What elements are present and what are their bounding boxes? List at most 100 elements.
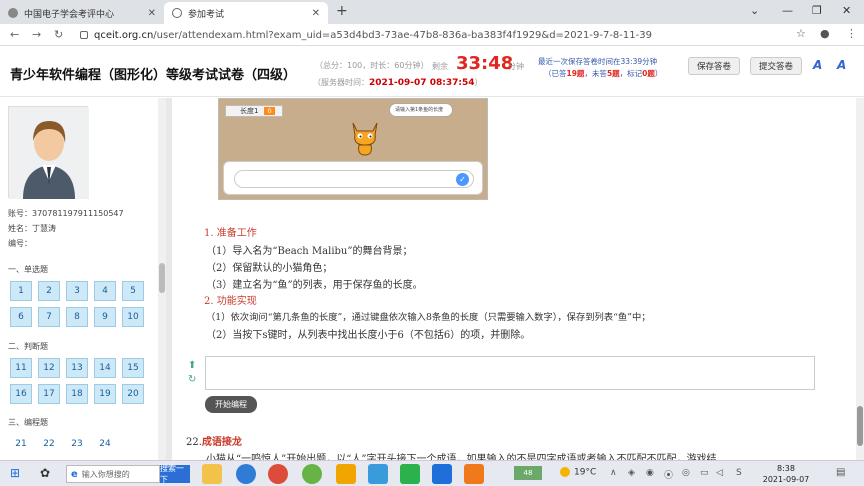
server-time-value: 2021-09-07 08:37:54 — [369, 78, 475, 88]
submit-answers-button[interactable]: 提交答卷 — [750, 57, 803, 75]
question-button[interactable]: 14 — [94, 358, 116, 378]
profile-icon[interactable]: ● — [820, 27, 830, 40]
restore-icon[interactable]: ❐ — [812, 4, 822, 17]
question-button[interactable]: 2 — [38, 281, 60, 301]
app-blue-icon[interactable] — [368, 464, 388, 484]
forward-icon[interactable]: → — [32, 28, 41, 41]
status-post: ） — [654, 69, 663, 78]
main-scroll-thumb[interactable] — [857, 406, 863, 446]
menu-kebab-icon[interactable]: ⋮ — [846, 27, 857, 40]
question-button[interactable]: 22 — [38, 434, 60, 454]
save-answers-button[interactable]: 保存答卷 — [688, 57, 741, 75]
ie-browser-icon[interactable] — [302, 464, 322, 484]
chrome-icon[interactable] — [268, 464, 288, 484]
close-tab-icon[interactable]: ✕ — [148, 8, 156, 19]
question-button[interactable]: 10 — [122, 307, 144, 327]
question-button[interactable]: 1 — [10, 281, 32, 301]
upload-icon[interactable]: ⬆ — [188, 360, 196, 371]
refresh-icon[interactable]: ↻ — [188, 374, 196, 385]
question-button[interactable]: 8 — [66, 307, 88, 327]
check-icon: ✓ — [456, 173, 469, 186]
question-button[interactable]: 15 — [122, 358, 144, 378]
ask-answer-box: ✓ — [223, 161, 483, 195]
notification-icon[interactable]: ▤ — [836, 467, 845, 478]
question-button[interactable]: 18 — [66, 384, 88, 404]
url-field[interactable]: qceit.org.cn /user/attendexam.html?exam_… — [80, 27, 780, 43]
question-button[interactable]: 24 — [94, 434, 116, 454]
question-button[interactable]: 4 — [94, 281, 116, 301]
requirement-line: （1）依次询问“第几条鱼的长度”，通过键盘依次输入8条鱼的长度（只需要输入数字）… — [206, 312, 651, 323]
question-button[interactable]: 19 — [94, 384, 116, 404]
speech-bubble: 请输入第1条鱼的长度 — [389, 103, 453, 117]
tray-arrow-icon[interactable]: ∧ — [610, 468, 617, 478]
battery-indicator[interactable]: 48 — [514, 466, 542, 480]
tray-app-icon[interactable]: ◈ — [628, 468, 635, 478]
globe-icon — [172, 8, 182, 18]
tab-attend-exam[interactable]: 参加考试 ✕ — [164, 2, 328, 24]
app-folder-icon[interactable] — [336, 464, 356, 484]
scratch-cat-icon — [352, 122, 378, 156]
lock-icon — [80, 31, 88, 39]
network-icon[interactable]: ▭ — [700, 468, 709, 478]
start-programming-button[interactable]: 开始编程 — [205, 396, 257, 413]
new-tab-button[interactable]: + — [336, 3, 348, 19]
variable-monitor: 长度1 0 — [225, 105, 283, 117]
site-favicon-icon — [8, 8, 18, 18]
taskbar-clock[interactable]: 8:38 2021-09-07 — [756, 463, 816, 485]
tray-app-icon[interactable]: ⦿ — [664, 468, 673, 481]
taskbar-search-input[interactable]: e 输入你想搜的 — [66, 465, 160, 483]
wechat-icon[interactable] — [400, 464, 420, 484]
back-icon[interactable]: ← — [10, 28, 19, 41]
section-programming: 三、编程题 — [8, 418, 48, 427]
volume-icon[interactable]: ◁ — [716, 468, 723, 478]
app-l-icon[interactable] — [432, 464, 452, 484]
left-scroll-thumb[interactable] — [159, 263, 165, 293]
status-pre: （已答 — [544, 69, 567, 78]
answer-textbox[interactable] — [205, 356, 815, 390]
question-button[interactable]: 5 — [122, 281, 144, 301]
question-button[interactable]: 20 — [122, 384, 144, 404]
unanswered-count: 5题 — [606, 69, 620, 78]
minimize-icon[interactable]: — — [782, 4, 793, 17]
app-butterfly-icon[interactable]: ✿ — [40, 466, 50, 480]
remain-unit: 分钟 — [508, 62, 524, 71]
close-window-icon[interactable]: ✕ — [842, 4, 851, 17]
marked-count: 0题 — [642, 69, 655, 78]
app-orange-icon[interactable] — [464, 464, 484, 484]
font-size-icon[interactable]: A — [813, 58, 822, 72]
weather-widget[interactable]: 19°C — [560, 467, 596, 478]
close-tab-icon[interactable]: ✕ — [312, 8, 320, 19]
question-button[interactable]: 16 — [10, 384, 32, 404]
question-button[interactable]: 11 — [10, 358, 32, 378]
question-button[interactable]: 9 — [94, 307, 116, 327]
tray-app-icon[interactable]: ◉ — [646, 468, 654, 478]
clock-time: 8:38 — [777, 464, 795, 473]
question-button[interactable]: 12 — [38, 358, 60, 378]
question-button[interactable]: 13 — [66, 358, 88, 378]
question-button[interactable]: 23 — [66, 434, 88, 454]
server-time-label: （服务器时间： — [313, 78, 369, 87]
edge-icon[interactable] — [236, 464, 256, 484]
tab-search-icon[interactable]: ⌄ — [750, 4, 759, 17]
main-scrollbar[interactable] — [856, 98, 864, 460]
tray-app-icon[interactable]: ◎ — [682, 468, 690, 478]
bookmark-star-icon[interactable]: ☆ — [796, 27, 806, 40]
answered-count: 19题 — [566, 69, 585, 78]
question-button[interactable]: 7 — [38, 307, 60, 327]
account-id: 账号：370781197911150547 — [8, 209, 124, 218]
student-name: 姓名：丁慧涛 — [8, 224, 56, 233]
countdown-timer: 33:48 — [456, 53, 514, 74]
variable-value: 0 — [264, 107, 275, 115]
question-button[interactable]: 21 — [10, 434, 32, 454]
question-button[interactable]: 3 — [66, 281, 88, 301]
question-button[interactable]: 17 — [38, 384, 60, 404]
ime-icon[interactable]: S — [736, 468, 742, 478]
taskbar-search-button[interactable]: 搜索一下 — [160, 464, 190, 484]
reload-icon[interactable]: ↻ — [54, 28, 63, 41]
windows-start-icon[interactable]: ⊞ — [10, 466, 20, 480]
tab-ceit-center[interactable]: 中国电子学会考评中心 ✕ — [0, 2, 164, 24]
file-explorer-icon[interactable] — [202, 464, 222, 484]
question-button[interactable]: 6 — [10, 307, 32, 327]
font-size-small-icon[interactable]: A — [837, 58, 846, 72]
left-scrollbar[interactable] — [158, 98, 166, 460]
